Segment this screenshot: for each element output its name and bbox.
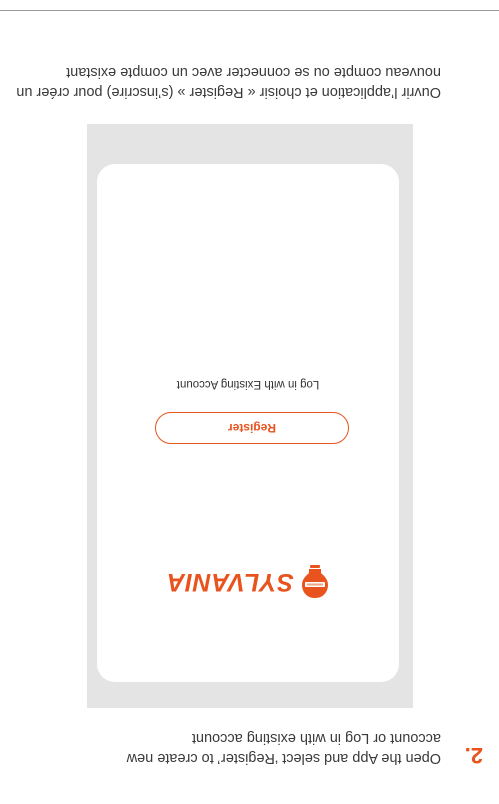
page-divider [0, 10, 499, 11]
sylvania-logo: SYLVANIA [97, 564, 399, 600]
sylvania-bulb-icon [301, 565, 328, 598]
step-instruction-french: Ouvrir l’application et choisir « Regist… [16, 64, 441, 100]
step-number: 2. [464, 743, 483, 768]
app-screen: SYLVANIA Register Log in with Existing A… [97, 164, 399, 682]
login-existing-account-link[interactable]: Log in with Existing Account [97, 378, 399, 390]
step-instruction-english: Open the App and select ‘Register’ to cr… [126, 730, 441, 766]
register-button[interactable]: Register [155, 412, 349, 444]
logo-wordmark: SYLVANIA [166, 568, 294, 597]
phone-illustration: SYLVANIA Register Log in with Existing A… [87, 124, 413, 708]
manual-page: 2. Open the App and select ‘Register’ to… [0, 0, 499, 804]
